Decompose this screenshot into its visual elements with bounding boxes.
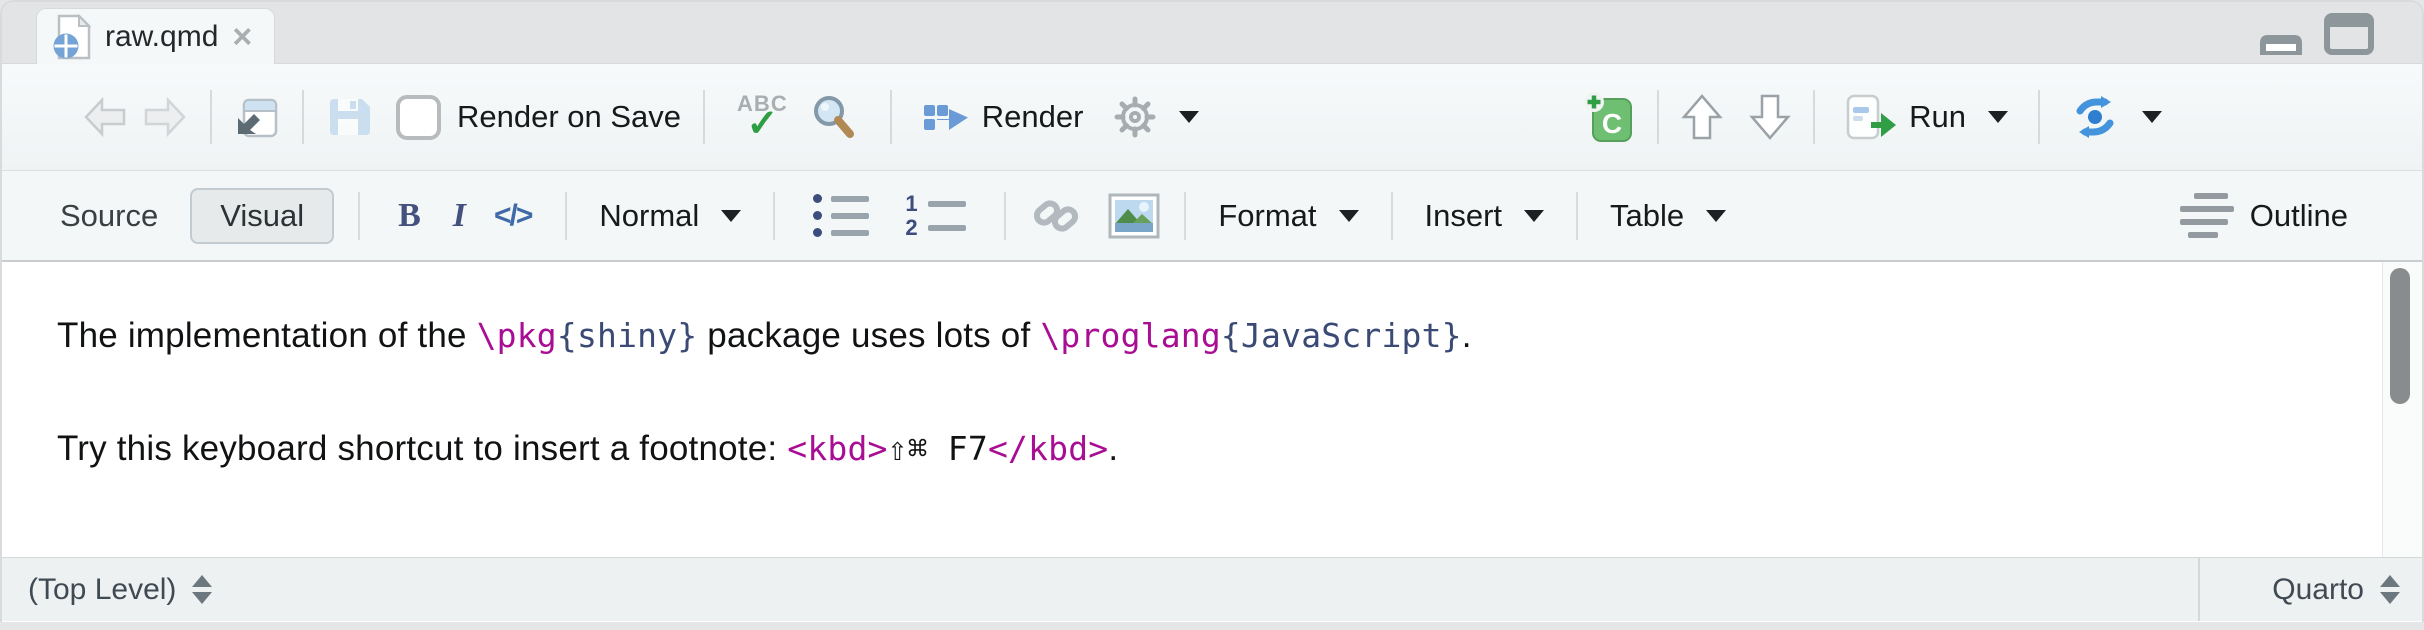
popout-icon[interactable] bbox=[234, 94, 280, 140]
render-on-save-label[interactable]: Render on Save bbox=[457, 99, 681, 135]
forward-icon[interactable] bbox=[142, 96, 188, 138]
separator bbox=[2038, 90, 2040, 144]
file-type-selector[interactable]: Quarto bbox=[2198, 558, 2422, 621]
back-icon[interactable] bbox=[82, 96, 128, 138]
scope-label: (Top Level) bbox=[28, 573, 176, 607]
format-menu[interactable]: Format bbox=[1210, 192, 1366, 240]
save-icon[interactable] bbox=[326, 95, 370, 139]
render-options-button[interactable] bbox=[1105, 89, 1207, 145]
separator bbox=[773, 192, 775, 240]
dropdown-caret-icon bbox=[1524, 210, 1544, 222]
render-icon bbox=[922, 97, 970, 137]
separator bbox=[1657, 90, 1659, 144]
quarto-file-icon bbox=[53, 14, 91, 60]
minimize-icon[interactable] bbox=[2256, 31, 2306, 55]
insert-chunk-icon[interactable]: C bbox=[1583, 91, 1635, 143]
file-type-label: Quarto bbox=[2272, 573, 2364, 607]
status-bar: (Top Level) Quarto bbox=[2, 557, 2422, 621]
separator bbox=[302, 90, 304, 144]
maximize-icon[interactable] bbox=[2324, 13, 2374, 55]
separator bbox=[358, 192, 360, 240]
insert-menu[interactable]: Insert bbox=[1417, 192, 1553, 240]
bold-button[interactable]: B bbox=[384, 197, 435, 235]
svg-text:C: C bbox=[1602, 108, 1622, 139]
outline-icon bbox=[2180, 193, 2234, 238]
close-icon[interactable]: × bbox=[232, 20, 252, 54]
visual-mode-button[interactable]: Visual bbox=[190, 188, 334, 244]
render-label: Render bbox=[982, 99, 1084, 135]
tab-raw-qmd[interactable]: raw.qmd × bbox=[36, 8, 275, 64]
inline-code-button[interactable]: </> bbox=[484, 199, 541, 233]
insert-menu-label: Insert bbox=[1425, 198, 1503, 234]
render-button[interactable]: Render bbox=[914, 91, 1092, 143]
toolbar-right-group: C bbox=[1583, 87, 2170, 147]
updown-icon bbox=[192, 575, 212, 604]
visual-editor-toolbar: Source Visual B I </> Normal 1 2 bbox=[2, 171, 2422, 262]
dropdown-caret-icon bbox=[1988, 111, 2008, 123]
latex-command: \proglang bbox=[1040, 316, 1221, 355]
block-format-dropdown[interactable]: Normal bbox=[591, 192, 749, 240]
link-icon[interactable] bbox=[1030, 192, 1082, 240]
dropdown-caret-icon bbox=[1179, 111, 1199, 123]
html-tag: </kbd> bbox=[988, 429, 1108, 468]
paragraph-2: Try this keyboard shortcut to insert a f… bbox=[57, 356, 2422, 469]
separator bbox=[1813, 90, 1815, 144]
scope-selector[interactable]: (Top Level) bbox=[2, 573, 212, 607]
outline-toggle[interactable]: Outline bbox=[2180, 193, 2348, 238]
bullet-list-icon[interactable] bbox=[813, 194, 869, 237]
dropdown-caret-icon bbox=[1339, 210, 1359, 222]
vertical-scrollbar[interactable] bbox=[2382, 262, 2422, 557]
scrollbar-thumb[interactable] bbox=[2390, 268, 2410, 404]
source-mode-button[interactable]: Source bbox=[44, 190, 174, 242]
block-format-label: Normal bbox=[599, 198, 699, 234]
separator bbox=[1004, 192, 1006, 240]
window-controls bbox=[2256, 13, 2422, 63]
gear-icon bbox=[1113, 95, 1157, 139]
tab-bar: raw.qmd × bbox=[2, 2, 2422, 64]
separator bbox=[210, 90, 212, 144]
separator bbox=[1391, 192, 1393, 240]
arrow-up-icon[interactable] bbox=[1681, 93, 1723, 141]
latex-command: \pkg bbox=[477, 316, 557, 355]
italic-button[interactable]: I bbox=[435, 197, 484, 235]
separator bbox=[890, 90, 892, 144]
image-icon[interactable] bbox=[1108, 193, 1160, 239]
run-label: Run bbox=[1909, 99, 1966, 135]
main-toolbar: Render on Save ABC ✓ Render bbox=[2, 64, 2422, 171]
editor-content[interactable]: The implementation of the \pkg{shiny} pa… bbox=[2, 262, 2422, 557]
updown-icon bbox=[2380, 575, 2400, 604]
separator bbox=[1576, 192, 1578, 240]
table-menu-label: Table bbox=[1610, 198, 1684, 234]
spellcheck-icon[interactable]: ABC ✓ bbox=[737, 95, 788, 139]
separator bbox=[565, 192, 567, 240]
separator bbox=[1184, 192, 1186, 240]
dropdown-caret-icon bbox=[721, 210, 741, 222]
latex-argument: {shiny} bbox=[557, 316, 697, 355]
dropdown-caret-icon bbox=[2142, 111, 2162, 123]
source-pane: raw.qmd × bbox=[0, 0, 2424, 622]
latex-argument: {JavaScript} bbox=[1221, 316, 1462, 355]
outline-label: Outline bbox=[2250, 198, 2348, 234]
run-icon bbox=[1845, 93, 1897, 141]
pane-background bbox=[0, 622, 2424, 630]
run-button[interactable]: Run bbox=[1837, 87, 2016, 147]
search-icon[interactable] bbox=[808, 92, 858, 142]
table-menu[interactable]: Table bbox=[1602, 192, 1734, 240]
dropdown-caret-icon bbox=[1706, 210, 1726, 222]
kbd-shortcut: ⇧⌘ F7 bbox=[888, 429, 988, 468]
rerun-icon bbox=[2070, 95, 2120, 139]
paragraph-1: The implementation of the \pkg{shiny} pa… bbox=[57, 262, 2422, 356]
format-menu-label: Format bbox=[1218, 198, 1316, 234]
html-tag: <kbd> bbox=[787, 429, 887, 468]
tab-title: raw.qmd bbox=[105, 20, 218, 54]
rerun-button[interactable] bbox=[2062, 89, 2170, 145]
separator bbox=[703, 90, 705, 144]
numbered-list-icon[interactable]: 1 2 bbox=[905, 196, 966, 236]
render-on-save-checkbox[interactable] bbox=[396, 95, 441, 140]
arrow-down-icon[interactable] bbox=[1749, 93, 1791, 141]
